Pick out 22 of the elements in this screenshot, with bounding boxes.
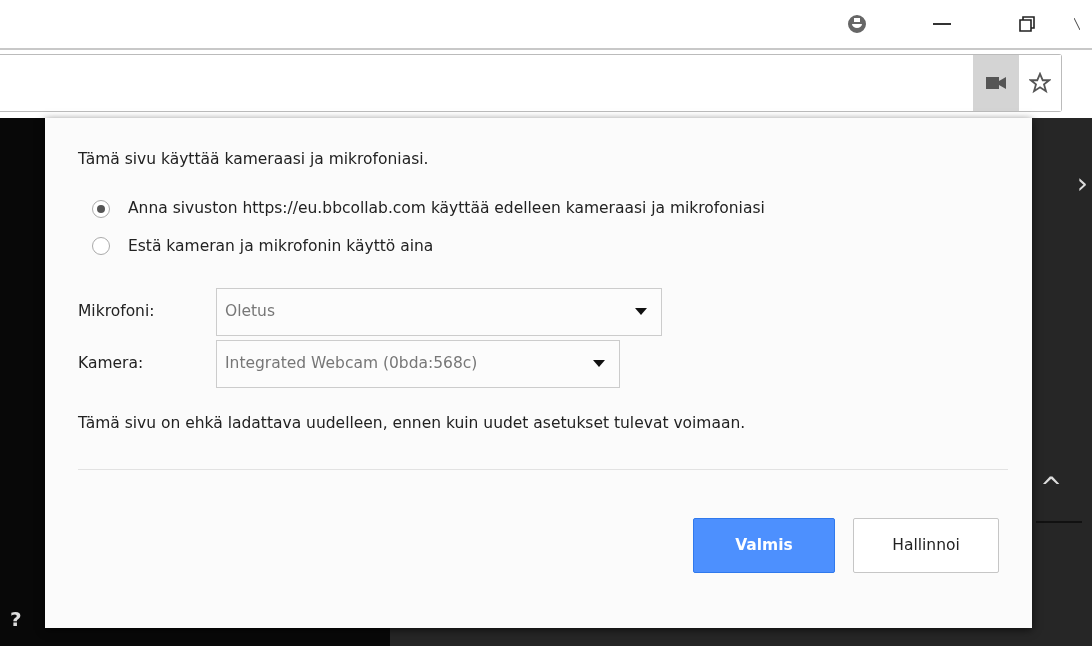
radio-label[interactable]: Anna sivuston https://eu.bbcollab.com käyttää edelleen kameraasi ja mikrofoniasi: [128, 197, 765, 221]
star-icon: [1029, 72, 1051, 94]
help-text: ?: [10, 606, 22, 633]
profile-icon[interactable]: [847, 15, 867, 33]
caret-icon: [635, 308, 647, 316]
video-camera-icon: [986, 77, 1006, 89]
dialog-heading: Tämä sivu käyttää kameraasi ja mikrofoniasi.: [78, 149, 430, 170]
caret-icon: [593, 360, 605, 368]
radio-button[interactable]: [92, 237, 110, 256]
dropdown[interactable]: Oletus: [216, 287, 662, 336]
info-text: Tämä sivu on ehkä ladattava uudelleen, ennen kuin uudet asetukset tulevat voimaan.: [78, 412, 747, 434]
restore-icon[interactable]: [1019, 16, 1035, 32]
dropdown[interactable]: Integrated Webcam (0bda:568c): [216, 339, 620, 388]
manage-button[interactable]: Hallinnoi: [853, 518, 999, 573]
chevron-text[interactable]: ›: [1076, 170, 1088, 198]
minimize-icon[interactable]: [933, 22, 951, 26]
caret-text[interactable]: ^: [1040, 468, 1062, 507]
radio-button[interactable]: [92, 199, 110, 218]
field-label: Kamera:: [78, 353, 145, 375]
radio-label[interactable]: Estä kameran ja mikrofonin käyttö aina: [128, 234, 434, 258]
camera-button[interactable]: [973, 55, 1019, 111]
field-label: Mikrofoni:: [78, 301, 156, 323]
